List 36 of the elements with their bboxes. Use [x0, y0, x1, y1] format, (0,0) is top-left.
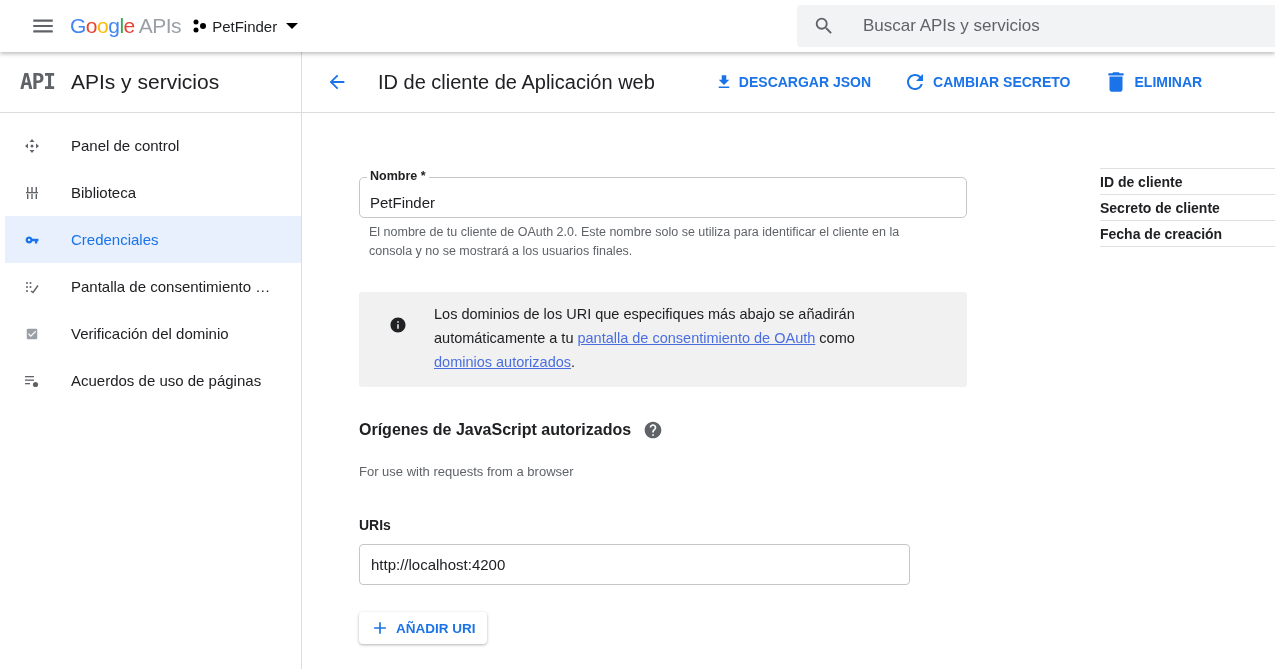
- uris-label: URIs: [359, 517, 392, 533]
- info-icon: [389, 316, 407, 334]
- section-title: Orígenes de JavaScript autorizados: [359, 421, 632, 439]
- page-title: ID de cliente de Aplicación web: [378, 70, 655, 94]
- action-button[interactable]: ELIMINAR: [1102, 69, 1203, 95]
- help-icon[interactable]: [643, 420, 664, 440]
- checkbox-icon: [25, 326, 39, 341]
- add-uri-button[interactable]: AÑADIR URI: [359, 612, 487, 644]
- detail-label: Fecha de creación: [1100, 221, 1275, 247]
- api-label: API: [20, 70, 55, 94]
- sidebar-item[interactable]: Panel de control: [5, 122, 301, 169]
- list-settings-icon: [25, 373, 39, 388]
- sidebar-title: APIs y servicios: [70, 70, 220, 94]
- sidebar-item[interactable]: Biblioteca: [5, 169, 301, 216]
- uri-field[interactable]: http://localhost:4200: [359, 544, 910, 585]
- notice-text: Los dominios de los URI que especifiques más abajo se añadirán automáticamente a tu pantalla de consentimiento de OAuth como dominios autorizados.: [434, 305, 856, 372]
- search-field[interactable]: Buscar APIs y servicios: [797, 5, 1275, 47]
- sidebar-item[interactable]: Verificación del dominio: [5, 310, 301, 357]
- section-subtitle: For use with requests from a browser: [359, 464, 575, 479]
- library-icon: [25, 185, 39, 200]
- notice-link[interactable]: pantalla de consentimiento de OAuth: [577, 330, 816, 346]
- logo[interactable]: Google APIs: [70, 14, 182, 38]
- sidebar-item[interactable]: Acuerdos de uso de páginas: [5, 357, 301, 404]
- sidebar-item[interactable]: Pantalla de consentimiento …: [5, 263, 301, 310]
- detail-label: ID de cliente: [1100, 169, 1275, 195]
- sidebar-item[interactable]: Credenciales: [5, 216, 301, 263]
- search-icon: [813, 15, 835, 37]
- project-selector[interactable]: PetFinder: [193, 17, 299, 35]
- dropdown-icon: [286, 23, 299, 29]
- action-button[interactable]: CAMBIAR SECRETO: [903, 70, 1071, 94]
- dotted-check-icon: [25, 279, 39, 294]
- project-icon: [193, 19, 208, 33]
- detail-label: Secreto de cliente: [1100, 195, 1275, 221]
- move-icon: [25, 138, 39, 153]
- help-text: El nombre de tu cliente de OAuth 2.0. Este nombre solo se utiliza para identificar el cliente en la consola y no se mostrará a los usuarios finales.: [368, 224, 901, 260]
- action-button[interactable]: DESCARGAR JSON: [714, 73, 872, 91]
